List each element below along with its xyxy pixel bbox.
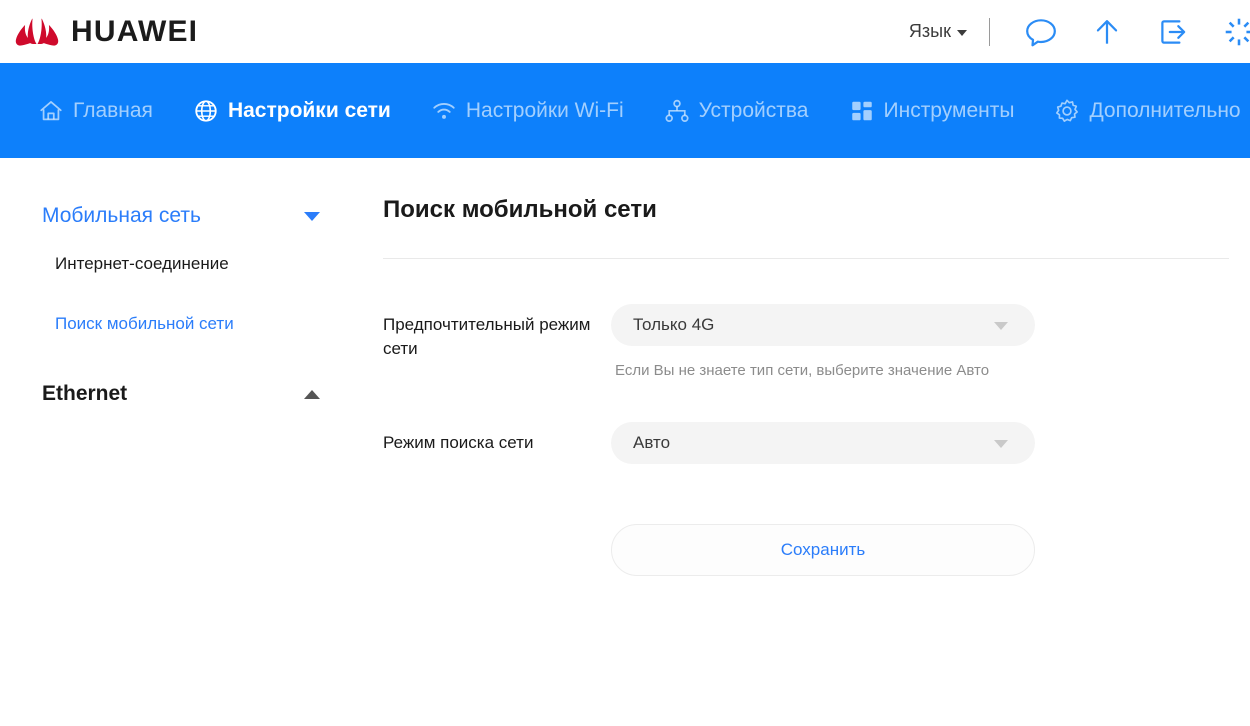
field-network-search-mode: Режим поиска сети Авто xyxy=(383,422,1250,464)
nav-item-label: Настройки Wi-Fi xyxy=(465,98,624,122)
wifi-icon xyxy=(433,102,455,119)
save-button[interactable]: Сохранить xyxy=(611,524,1035,576)
huawei-logo-icon xyxy=(15,18,59,46)
sidebar-item-mobile-network-search[interactable]: Поиск мобильной сети xyxy=(55,314,375,338)
sidebar-group-label: Мобильная сеть xyxy=(42,204,201,227)
header-divider xyxy=(989,17,990,46)
title-divider xyxy=(383,258,1229,259)
network-search-mode-select[interactable]: Авто xyxy=(611,422,1035,464)
update-icon[interactable] xyxy=(1090,15,1124,49)
home-icon xyxy=(40,100,62,120)
nav-item-label: Настройки сети xyxy=(227,98,391,122)
nav-item-label: Инструменты xyxy=(883,98,1015,122)
language-selector[interactable]: Язык xyxy=(901,15,975,48)
field-hint: Если Вы не знаете тип сети, выберите зна… xyxy=(615,362,990,379)
sidebar-item-internet-connection[interactable]: Интернет-соединение xyxy=(55,254,375,278)
nav-item-advanced[interactable]: Дополнительно xyxy=(1034,63,1250,158)
sidebar-submenu-mobile-network: Интернет-соединение Поиск мобильной сети xyxy=(0,236,375,338)
chevron-down-icon xyxy=(957,30,967,36)
select-value: Только 4G xyxy=(633,315,715,334)
sidebar: Мобильная сеть Интернет-соединение Поиск… xyxy=(0,158,375,726)
brand-name: HUAWEI xyxy=(71,14,199,48)
nav-item-label: Устройства xyxy=(698,98,809,122)
form-actions: Сохранить xyxy=(383,524,1250,576)
sidebar-group-mobile-network[interactable]: Мобильная сеть xyxy=(0,196,375,236)
field-label: Предпочтительный режим сети xyxy=(383,315,591,358)
chevron-down-icon xyxy=(304,211,320,221)
chevron-up-icon xyxy=(304,389,320,399)
globe-icon xyxy=(195,99,217,122)
gear-icon xyxy=(1056,98,1079,122)
nav-item-home[interactable]: Главная xyxy=(18,63,173,158)
page-content: Мобильная сеть Интернет-соединение Поиск… xyxy=(0,158,1250,726)
chevron-down-icon xyxy=(994,440,1008,448)
sidebar-group-ethernet[interactable]: Ethernet xyxy=(0,374,375,414)
select-value: Авто xyxy=(633,433,671,452)
main-navigation: Главная Настройки сети Настройки Wi-Fi У… xyxy=(0,63,1250,158)
field-label: Режим поиска сети xyxy=(383,433,534,452)
nav-item-network-settings[interactable]: Настройки сети xyxy=(173,63,411,158)
logout-icon[interactable] xyxy=(1156,15,1190,49)
sms-icon[interactable] xyxy=(1024,15,1058,49)
field-control: Авто xyxy=(611,422,1035,464)
sidebar-group-label: Ethernet xyxy=(42,382,128,405)
nav-item-label: Главная xyxy=(73,98,153,122)
form-spacer xyxy=(375,382,1250,422)
header-actions: Язык xyxy=(901,15,1250,49)
page-header: HUAWEI Язык xyxy=(0,0,1250,63)
nav-item-tools[interactable]: Инструменты xyxy=(829,63,1035,158)
devices-tree-icon xyxy=(665,99,689,122)
nav-item-wifi-settings[interactable]: Настройки Wi-Fi xyxy=(411,63,644,158)
nav-item-label: Дополнительно xyxy=(1089,98,1241,122)
main-panel: Поиск мобильной сети Предпочтительный ре… xyxy=(375,158,1250,726)
network-search-form: Предпочтительный режим сети Только 4G Ес… xyxy=(375,304,1250,576)
field-preferred-network-mode: Предпочтительный режим сети Только 4G Ес… xyxy=(383,304,1250,382)
page-title: Поиск мобильной сети xyxy=(383,196,657,223)
grid-tools-icon xyxy=(851,101,872,120)
chevron-down-icon xyxy=(994,322,1008,330)
preferred-network-mode-select[interactable]: Только 4G xyxy=(611,304,1035,346)
language-label: Язык xyxy=(908,21,951,41)
field-control: Только 4G Если Вы не знаете тип сети, вы… xyxy=(611,304,1035,382)
brand: HUAWEI xyxy=(14,15,198,49)
loading-spinner-icon xyxy=(1225,18,1250,45)
nav-item-devices[interactable]: Устройства xyxy=(644,63,829,158)
